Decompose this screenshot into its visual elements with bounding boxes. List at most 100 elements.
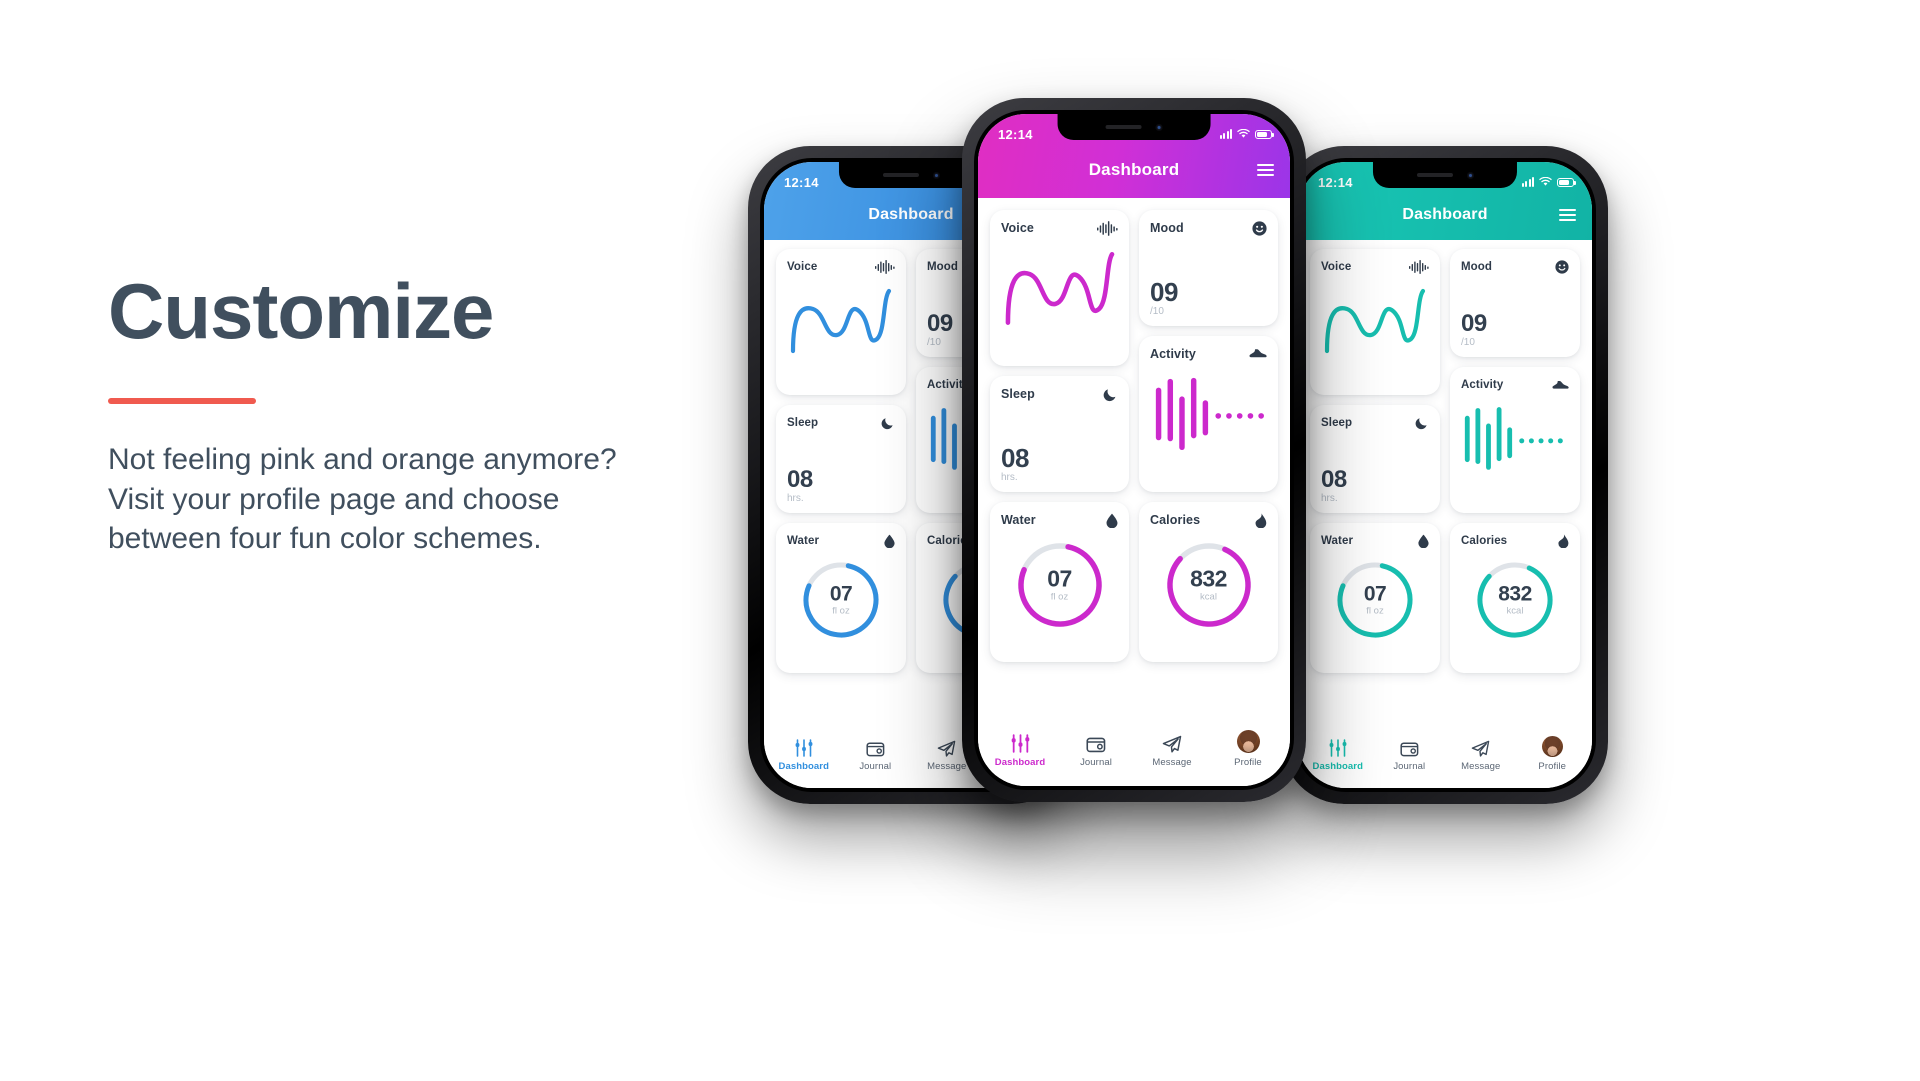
- waveform-icon: [1097, 220, 1118, 236]
- mood-value: 09: [1150, 277, 1178, 307]
- hamburger-menu-icon[interactable]: [1559, 206, 1576, 224]
- card-mood[interactable]: Mood 09 /10: [1139, 210, 1278, 326]
- page-description: Not feeling pink and orange anymore? Vis…: [108, 440, 728, 559]
- hamburger-menu-icon[interactable]: [1257, 161, 1274, 179]
- card-header: Sleep: [1001, 386, 1118, 402]
- card-activity[interactable]: Activity: [1450, 367, 1580, 513]
- water-metric: 07 fl oz: [1001, 567, 1118, 603]
- description-line-3: between four fun color schemes.: [108, 522, 542, 556]
- card-title-water: Water: [1321, 535, 1354, 547]
- dashboard-grid: Voice Sleep 08 hrs. Water 07 fl oz Mood …: [1298, 240, 1592, 673]
- calories-value: 832: [1190, 565, 1227, 592]
- paper-plane-icon: [937, 737, 956, 757]
- tab-dashboard[interactable]: Dashboard: [982, 733, 1058, 768]
- card-header: Mood: [1461, 259, 1569, 275]
- sleep-metric: 08 hrs.: [1321, 466, 1347, 505]
- card-sleep[interactable]: Sleep 08 hrs.: [990, 376, 1129, 492]
- card-voice[interactable]: Voice: [990, 210, 1129, 366]
- phone-bezel: 12:14 Dashboard Voice Sleep 08 hrs. Wate…: [974, 110, 1294, 790]
- card-water[interactable]: Water 07 fl oz: [990, 502, 1129, 662]
- mood-unit: /10: [1461, 337, 1475, 348]
- sleep-value: 08: [1321, 466, 1347, 493]
- mood-metric: 09 /10: [927, 312, 953, 349]
- water-drop-icon: [1106, 513, 1118, 528]
- card-title-activity: Activity: [1461, 379, 1504, 391]
- card-header: Calories: [1150, 512, 1267, 528]
- tab-profile[interactable]: Profile: [1210, 729, 1286, 768]
- sliders-icon: [794, 737, 814, 757]
- header-title-row: Dashboard: [978, 145, 1290, 195]
- app-title: Dashboard: [868, 206, 954, 223]
- battery-icon: [1557, 177, 1576, 187]
- voice-line-chart: [1001, 240, 1118, 332]
- calories-progress-ring: 832 kcal: [1150, 533, 1267, 637]
- dashboard-grid: Voice Sleep 08 hrs. Water 07 fl oz Mood …: [978, 198, 1290, 662]
- phone-screen: 12:14 Dashboard Voice Sleep 08 hrs. Wate…: [1298, 162, 1592, 788]
- front-camera: [1466, 171, 1474, 179]
- status-time: 12:14: [784, 174, 819, 190]
- sleep-metric: 08 hrs.: [1001, 445, 1029, 483]
- card-title-sleep: Sleep: [1001, 387, 1035, 401]
- speaker-grille: [1416, 173, 1453, 177]
- card-title-sleep: Sleep: [787, 417, 819, 429]
- tab-label-journal: Journal: [1393, 760, 1426, 772]
- card-title-voice: Voice: [787, 261, 818, 273]
- tab-message[interactable]: Message: [1445, 737, 1517, 772]
- status-time: 12:14: [998, 126, 1033, 142]
- card-water[interactable]: Water 07 fl oz: [1310, 523, 1440, 673]
- tab-journal[interactable]: Journal: [840, 737, 912, 772]
- sliders-icon: [1010, 733, 1031, 753]
- avatar: [1236, 729, 1260, 753]
- sliders-icon: [1328, 737, 1348, 757]
- water-progress-ring: 07 fl oz: [1321, 554, 1429, 646]
- card-voice[interactable]: Voice: [776, 249, 906, 395]
- card-sleep[interactable]: Sleep 08 hrs.: [1310, 405, 1440, 513]
- description-line-2: Visit your profile page and choose: [108, 482, 560, 516]
- card-calories[interactable]: Calories 8: [1450, 523, 1580, 673]
- battery-icon: [1255, 129, 1274, 139]
- paper-plane-icon: [1471, 737, 1490, 757]
- mood-value: 09: [1461, 310, 1487, 337]
- app-title: Dashboard: [1088, 160, 1180, 179]
- sleep-value: 08: [787, 466, 813, 493]
- dashboard-column-left: Voice Sleep 08 hrs. Water 07 fl oz: [776, 249, 906, 673]
- voice-line-chart: [787, 279, 895, 357]
- flame-icon: [1255, 512, 1267, 528]
- description-line-1: Not feeling pink and orange anymore?: [108, 443, 617, 476]
- page-title: Customize: [108, 267, 494, 355]
- phone-right-teal-theme[interactable]: 12:14 Dashboard Voice Sleep 08 hrs. Wate…: [1282, 146, 1608, 804]
- tab-message[interactable]: Message: [1134, 733, 1210, 768]
- tab-journal[interactable]: Journal: [1374, 737, 1446, 772]
- avatar-icon: [1236, 729, 1260, 753]
- card-sleep[interactable]: Sleep 08 hrs.: [776, 405, 906, 513]
- tab-journal[interactable]: Journal: [1058, 733, 1134, 768]
- water-value: 07: [829, 582, 853, 606]
- card-calories[interactable]: Calories 8: [1139, 502, 1278, 662]
- card-title-mood: Mood: [927, 261, 959, 273]
- phone-bezel: 12:14 Dashboard Voice Sleep 08 hrs. Wate…: [1294, 158, 1596, 792]
- phone-showcase: 12:14 Dashboard Voice Sleep 08 hrs. Wate…: [700, 0, 1920, 1081]
- card-header: Water: [1001, 512, 1118, 528]
- phone-notch: [1372, 162, 1518, 188]
- card-header: Voice: [1001, 220, 1118, 236]
- card-mood[interactable]: Mood 09 /10: [1450, 249, 1580, 357]
- card-header: Activity: [1150, 346, 1267, 362]
- card-title-activity: Activity: [1150, 347, 1196, 361]
- speaker-grille: [1105, 125, 1142, 129]
- phone-center-magenta-theme[interactable]: 12:14 Dashboard Voice Sleep 08 hrs. Wate…: [962, 98, 1306, 802]
- water-progress-ring: 07 fl oz: [1001, 533, 1118, 637]
- bottom-tab-bar: Dashboard Journal Message: [1298, 726, 1592, 788]
- card-water[interactable]: Water 07 fl oz: [776, 523, 906, 673]
- tab-profile[interactable]: Profile: [1517, 735, 1589, 772]
- tab-label-journal: Journal: [1080, 756, 1112, 768]
- card-activity[interactable]: Activity: [1139, 336, 1278, 492]
- activity-bar-chart: [1461, 397, 1569, 477]
- card-voice[interactable]: Voice: [1310, 249, 1440, 395]
- card-title-mood: Mood: [1461, 261, 1493, 273]
- water-unit: fl oz: [832, 605, 850, 617]
- paper-plane-icon: [1162, 733, 1182, 753]
- tab-dashboard[interactable]: Dashboard: [768, 737, 840, 772]
- card-title-calories: Calories: [1150, 513, 1201, 527]
- card-header: Mood: [1150, 220, 1267, 236]
- tab-dashboard[interactable]: Dashboard: [1302, 737, 1374, 772]
